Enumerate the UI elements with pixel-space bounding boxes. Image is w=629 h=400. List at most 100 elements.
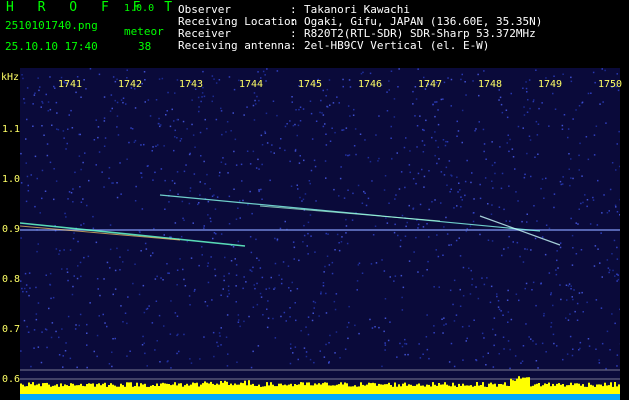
signal-bar [154,386,156,394]
noise-speck [110,94,113,96]
noise-speck [415,182,417,185]
noise-speck [206,173,208,176]
noise-speck [494,172,496,175]
noise-speck [274,287,276,289]
noise-speck [572,247,574,249]
noise-speck [314,165,317,168]
noise-speck [197,203,199,206]
signal-bar [470,385,472,394]
noise-speck [449,191,451,193]
noise-speck [572,177,574,180]
noise-speck [192,222,194,224]
noise-speck [174,222,177,224]
noise-speck [211,195,214,197]
noise-speck [169,333,172,335]
noise-speck [483,70,485,72]
noise-speck [590,92,592,94]
noise-speck [70,192,73,194]
file-name: 2510101740.png [5,19,98,32]
noise-speck [34,92,36,94]
noise-speck [529,139,532,141]
noise-speck [108,177,110,180]
signal-bar [120,383,122,394]
noise-speck [77,240,79,243]
noise-speck [605,122,607,124]
noise-speck [322,125,325,128]
noise-speck [224,256,226,259]
noise-speck [76,76,79,78]
noise-speck [228,223,231,225]
noise-speck [226,295,229,298]
noise-speck [285,320,287,322]
noise-speck [146,165,149,167]
noise-speck [348,305,350,308]
noise-speck [526,213,528,215]
signal-bar [28,382,30,394]
signal-bar [236,384,238,394]
noise-speck [220,161,223,163]
noise-speck [347,105,350,107]
noise-speck [614,322,616,325]
noise-speck [46,143,49,145]
noise-speck [328,361,330,363]
noise-speck [497,306,500,308]
noise-speck [456,176,458,178]
noise-speck [258,189,260,191]
signal-bar [84,386,86,394]
noise-speck [122,261,124,263]
noise-speck [289,160,291,163]
noise-speck [256,95,258,98]
noise-speck [142,284,145,287]
noise-speck [109,248,112,251]
noise-speck [575,109,577,111]
signal-bar [488,383,490,394]
noise-speck [213,355,215,358]
noise-speck [553,342,555,345]
noise-speck [491,141,493,143]
noise-speck [616,354,619,356]
signal-bar [344,382,346,394]
signal-bar [178,383,180,394]
signal-bar [474,385,476,394]
signal-bar [192,382,194,394]
noise-speck [578,208,580,210]
noise-speck [279,147,281,149]
signal-bar [414,385,416,394]
noise-speck [203,95,206,98]
signal-bar [442,384,444,394]
noise-speck [384,344,387,346]
signal-bar [590,384,592,394]
y-tick-label: 1.1 [1,124,20,135]
noise-speck [354,128,357,130]
signal-bar [430,386,432,394]
signal-bar [56,384,58,394]
noise-speck [207,281,210,284]
noise-speck [443,317,445,319]
noise-speck [174,129,176,132]
noise-speck [584,194,586,196]
noise-speck [508,235,510,238]
noise-speck [510,318,513,321]
noise-speck [171,180,174,182]
noise-speck [335,293,338,295]
noise-speck [353,145,356,147]
signal-bar [370,383,372,394]
noise-speck [33,94,36,96]
noise-speck [329,104,331,106]
noise-speck [254,287,256,290]
signal-bar [238,384,240,394]
noise-speck [501,172,504,175]
noise-speck [307,232,309,235]
noise-speck [471,284,473,286]
noise-speck [388,202,390,204]
noise-speck [28,272,31,274]
noise-speck [367,156,370,159]
noise-speck [25,200,28,203]
noise-speck [426,314,428,316]
noise-speck [183,219,185,221]
noise-speck [562,358,564,361]
signal-bar [486,387,488,394]
signal-bar [190,384,192,394]
noise-speck [596,224,599,226]
noise-speck [234,258,236,260]
